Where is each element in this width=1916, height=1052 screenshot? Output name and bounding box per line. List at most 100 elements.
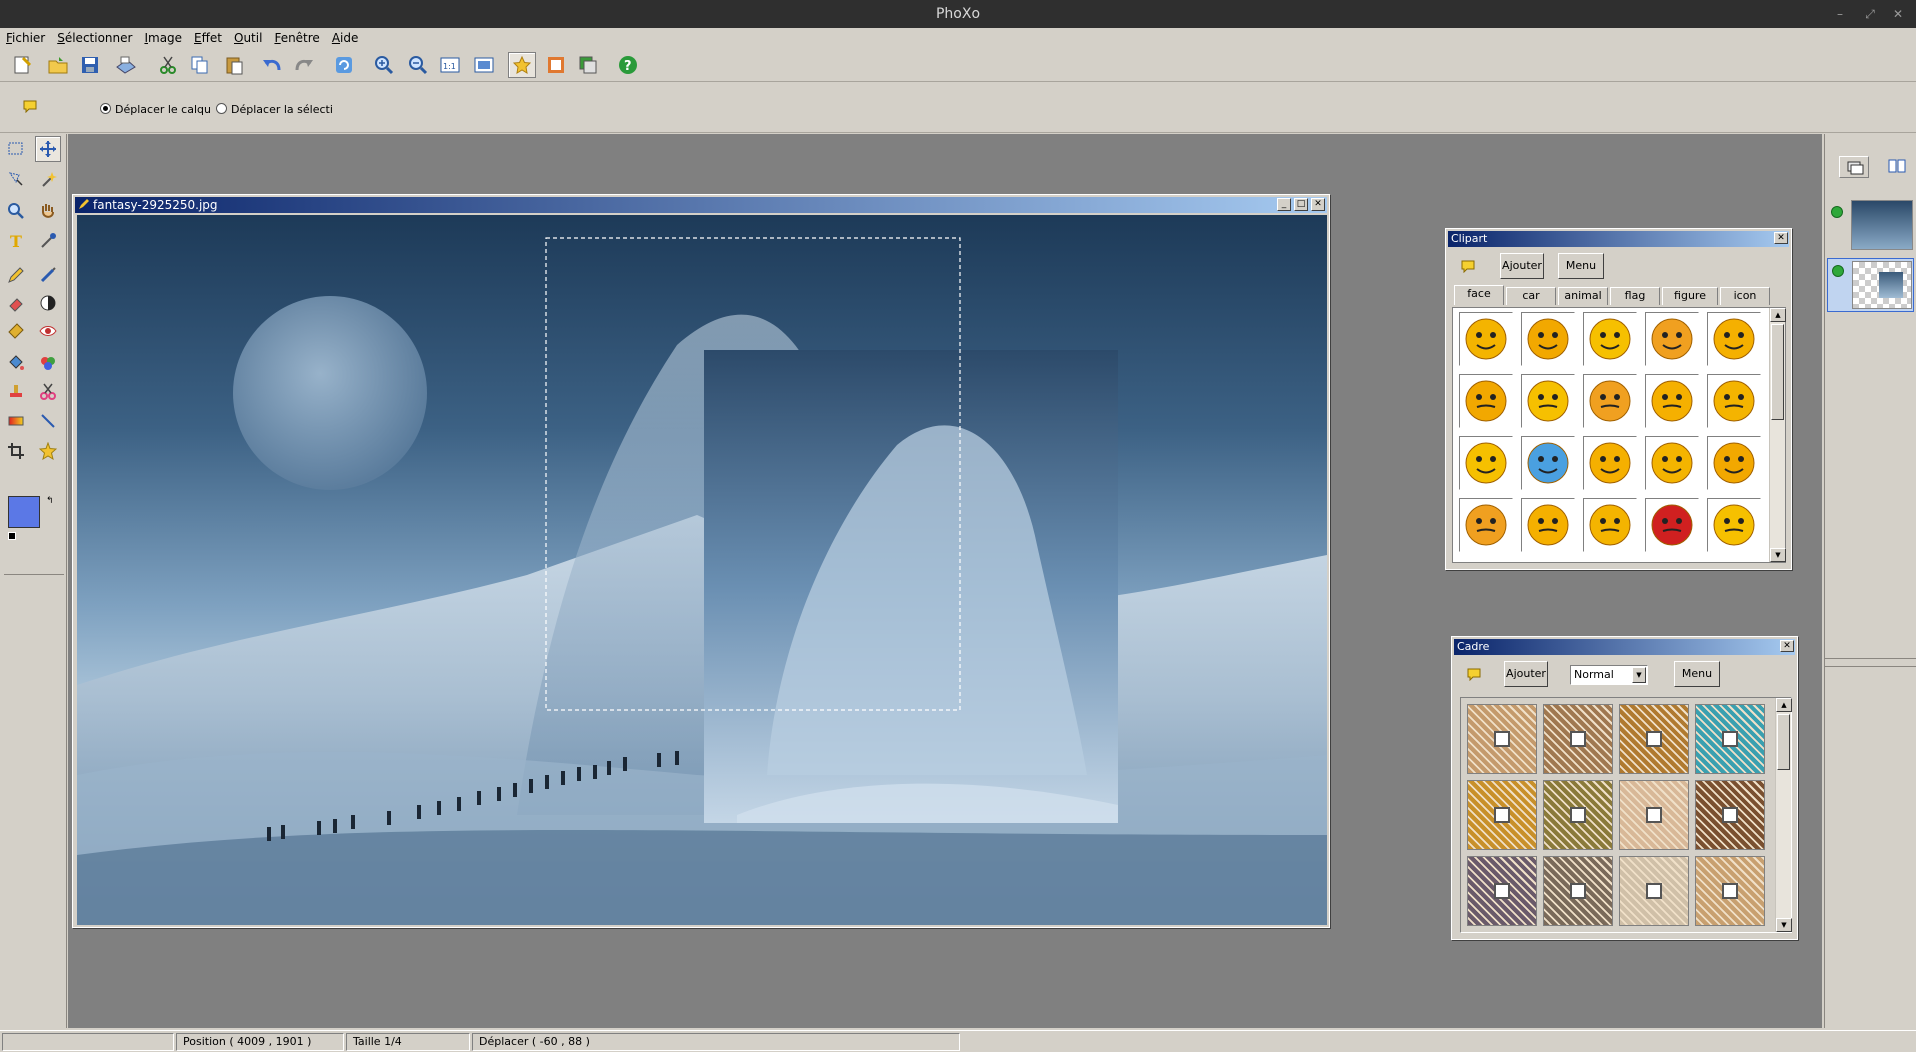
frame-style-tile[interactable] bbox=[1619, 856, 1689, 926]
scroll-up-arrow-icon[interactable]: ▲ bbox=[1770, 308, 1786, 322]
frame-icon[interactable] bbox=[542, 52, 570, 78]
zoom-in-icon[interactable] bbox=[370, 52, 398, 78]
menu-aide[interactable]: Aide bbox=[328, 28, 367, 48]
zoom-out-icon[interactable] bbox=[404, 52, 432, 78]
clipart-close-icon[interactable]: ✕ bbox=[1774, 232, 1788, 244]
open-folder-icon[interactable] bbox=[44, 52, 72, 78]
menu-outil[interactable]: Outil bbox=[230, 28, 270, 48]
fit-window-icon[interactable] bbox=[470, 52, 498, 78]
new-file-icon[interactable] bbox=[8, 52, 36, 78]
frame-style-tile[interactable] bbox=[1543, 780, 1613, 850]
hint-bubble-icon[interactable] bbox=[1460, 259, 1476, 276]
move-tool-icon[interactable] bbox=[35, 136, 61, 162]
crop-icon[interactable] bbox=[3, 438, 29, 464]
clipart-scrollbar[interactable]: ▲ ▼ bbox=[1769, 308, 1786, 562]
clone-stamp-icon[interactable] bbox=[3, 318, 29, 344]
magic-wand-icon[interactable] bbox=[35, 166, 61, 192]
clipart-face-icon[interactable] bbox=[1521, 374, 1575, 428]
clipart-face-icon[interactable] bbox=[1521, 312, 1575, 366]
option-move-selection[interactable]: Déplacer la sélecti bbox=[216, 103, 333, 116]
refresh-icon[interactable] bbox=[330, 52, 358, 78]
eraser-icon[interactable] bbox=[3, 290, 29, 316]
scroll-down-arrow-icon[interactable]: ▼ bbox=[1770, 548, 1786, 562]
blend-mode-select[interactable]: Normal ▼ bbox=[1570, 665, 1648, 685]
clipart-face-icon[interactable] bbox=[1707, 374, 1761, 428]
chevron-down-icon[interactable]: ▼ bbox=[1632, 667, 1646, 683]
maximize-icon[interactable]: ⤢ bbox=[1862, 6, 1878, 22]
clipart-face-icon[interactable] bbox=[1459, 498, 1513, 552]
doc-maximize-icon[interactable]: □ bbox=[1294, 198, 1308, 211]
eyedropper-icon[interactable] bbox=[35, 228, 61, 254]
clipart-face-icon[interactable] bbox=[1645, 374, 1699, 428]
menu-fenetre[interactable]: Fenêtre bbox=[270, 28, 327, 48]
redo-icon[interactable] bbox=[290, 52, 318, 78]
tab-car[interactable]: car bbox=[1506, 287, 1556, 305]
layer-row-selected[interactable] bbox=[1827, 258, 1914, 312]
layers-tab-icon[interactable] bbox=[1839, 156, 1869, 178]
cadre-close-icon[interactable]: ✕ bbox=[1780, 640, 1794, 652]
rect-select-icon[interactable] bbox=[3, 136, 29, 162]
frame-style-tile[interactable] bbox=[1467, 780, 1537, 850]
frame-style-tile[interactable] bbox=[1695, 704, 1765, 774]
help-icon[interactable]: ? bbox=[614, 52, 642, 78]
frame-style-tile[interactable] bbox=[1467, 856, 1537, 926]
tab-face[interactable]: face bbox=[1454, 285, 1504, 305]
clipart-add-button[interactable]: Ajouter bbox=[1500, 253, 1544, 279]
brush-icon[interactable] bbox=[35, 262, 61, 288]
fill-bucket-icon[interactable] bbox=[3, 350, 29, 376]
scissors-icon[interactable] bbox=[35, 378, 61, 404]
clipart-face-icon[interactable] bbox=[1645, 312, 1699, 366]
clipart-face-icon[interactable] bbox=[1583, 374, 1637, 428]
frame-style-tile[interactable] bbox=[1619, 780, 1689, 850]
cut-icon[interactable] bbox=[154, 52, 182, 78]
history-book-icon[interactable] bbox=[1885, 156, 1911, 178]
contrast-icon[interactable] bbox=[35, 290, 61, 316]
scroll-down-arrow-icon[interactable]: ▼ bbox=[1776, 918, 1792, 932]
menu-fichier[interactable]: Fichier bbox=[2, 28, 53, 48]
clipart-face-icon[interactable] bbox=[1459, 312, 1513, 366]
document-titlebar[interactable]: fantasy-2925250.jpg _ □ ✕ bbox=[75, 197, 1327, 213]
stamp-icon[interactable] bbox=[3, 378, 29, 404]
reset-colors-icon[interactable] bbox=[8, 532, 16, 540]
cadre-menu-button[interactable]: Menu bbox=[1674, 661, 1720, 687]
close-icon[interactable]: ✕ bbox=[1890, 6, 1906, 22]
scroll-up-arrow-icon[interactable]: ▲ bbox=[1776, 698, 1792, 712]
clipart-face-icon[interactable] bbox=[1707, 312, 1761, 366]
clipart-face-icon[interactable] bbox=[1707, 436, 1761, 490]
scroll-thumb[interactable] bbox=[1771, 324, 1784, 420]
visibility-icon[interactable] bbox=[1831, 206, 1843, 218]
save-icon[interactable] bbox=[76, 52, 104, 78]
frame-style-tile[interactable] bbox=[1619, 704, 1689, 774]
tab-icon[interactable]: icon bbox=[1720, 287, 1770, 305]
minimize-icon[interactable]: – bbox=[1832, 6, 1848, 22]
frame-style-tile[interactable] bbox=[1467, 704, 1537, 774]
doc-minimize-icon[interactable]: _ bbox=[1277, 198, 1291, 211]
menu-effet[interactable]: Effet bbox=[190, 28, 230, 48]
clipart-face-icon[interactable] bbox=[1583, 498, 1637, 552]
zoom-tool-icon[interactable] bbox=[3, 198, 29, 224]
tab-animal[interactable]: animal bbox=[1558, 287, 1608, 305]
clipart-face-icon[interactable] bbox=[1645, 436, 1699, 490]
cadre-scrollbar[interactable]: ▲ ▼ bbox=[1775, 698, 1792, 932]
line-tool-icon[interactable] bbox=[35, 408, 61, 434]
clipart-face-icon[interactable] bbox=[1521, 436, 1575, 490]
clipart-face-icon[interactable] bbox=[1459, 436, 1513, 490]
clipart-face-icon[interactable] bbox=[1459, 374, 1513, 428]
doc-close-icon[interactable]: ✕ bbox=[1311, 198, 1325, 211]
paste-icon[interactable] bbox=[220, 52, 248, 78]
undo-icon[interactable] bbox=[258, 52, 286, 78]
tab-figure[interactable]: figure bbox=[1662, 287, 1718, 305]
scan-icon[interactable] bbox=[112, 52, 140, 78]
gradient-icon[interactable] bbox=[3, 408, 29, 434]
layers-icon[interactable] bbox=[574, 52, 602, 78]
frame-style-tile[interactable] bbox=[1543, 704, 1613, 774]
hint-bubble-icon[interactable] bbox=[1466, 667, 1482, 684]
clipart-face-icon[interactable] bbox=[1707, 498, 1761, 552]
clipart-face-icon[interactable] bbox=[1521, 498, 1575, 552]
copy-icon[interactable] bbox=[186, 52, 214, 78]
menu-image[interactable]: Image bbox=[140, 28, 190, 48]
hint-bubble-icon[interactable] bbox=[22, 99, 38, 116]
red-eye-icon[interactable] bbox=[35, 318, 61, 344]
hand-tool-icon[interactable] bbox=[35, 198, 61, 224]
color-replace-icon[interactable] bbox=[35, 350, 61, 376]
